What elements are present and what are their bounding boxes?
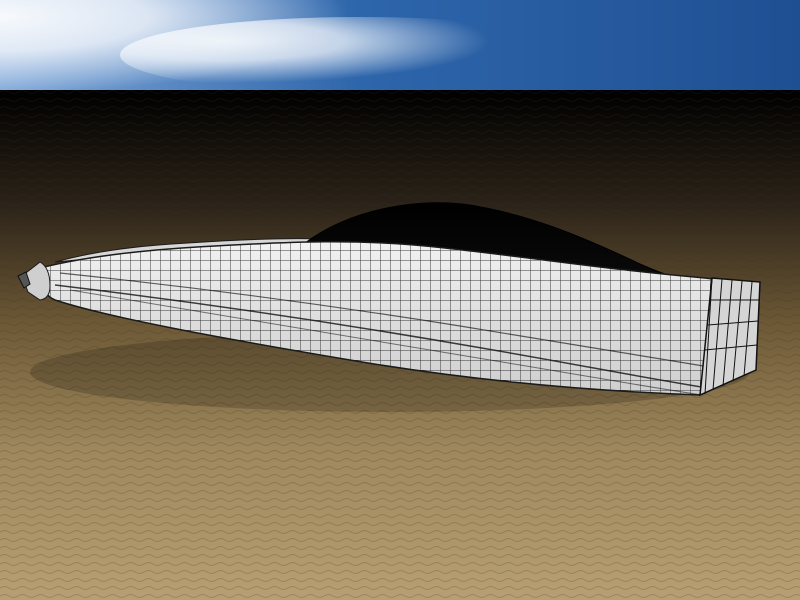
3d-viewport[interactable]	[0, 0, 800, 600]
cloud-layer	[120, 17, 600, 93]
3d-scene	[0, 0, 800, 600]
